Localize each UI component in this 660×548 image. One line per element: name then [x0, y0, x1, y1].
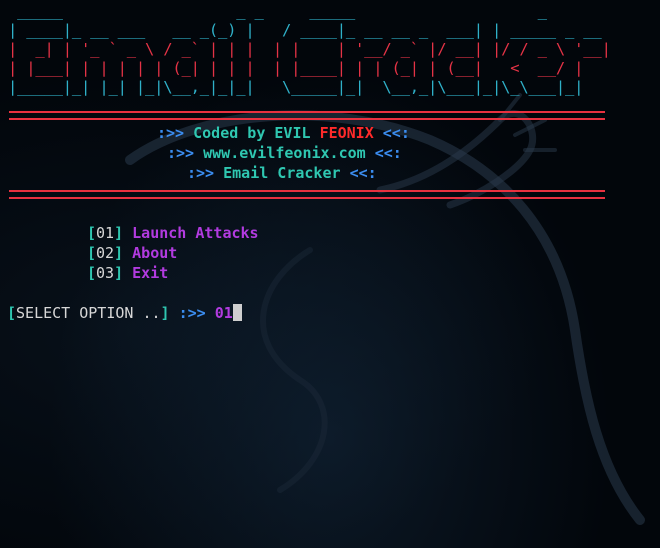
banner-line: | |___| | | | | | (_| | | | | |____| | |… [8, 59, 584, 77]
banner-line: | ____|_ __ ___ __ _(_) | / ____|_ __ __… [8, 21, 602, 39]
divider-top [9, 111, 605, 120]
website-line: :>> www.evilfeonix.com <<: [167, 144, 402, 162]
terminal-window: _____ _ _ _____ _ | ____|_ __ ___ __ _(_)… [0, 0, 660, 548]
ascii-banner: _____ _ _ _____ _ | ____|_ __ ___ __ _(_)… [8, 2, 611, 97]
credit-line: :>> Coded by EVIL FEONIX <<: [157, 124, 410, 142]
prompt-input-value[interactable]: 01 [215, 304, 233, 322]
menu-item-about[interactable]: [02] About [87, 243, 259, 263]
banner-line: _____ _ _ _____ _ [8, 2, 547, 20]
main-menu: [01] Launch Attacks [02] About [03] Exit [87, 223, 259, 283]
tool-name-line: :>> Email Cracker <<: [187, 164, 377, 182]
banner-line: |_____|_| |_| |_|\__,_|_|_| \_____|_| \_… [8, 78, 584, 96]
text-cursor [232, 304, 242, 321]
menu-item-exit[interactable]: [03] Exit [87, 263, 259, 283]
banner-line: | _| | '_ ` _ \ / _` | | | | | | '__/ _`… [8, 40, 611, 58]
menu-item-launch-attacks[interactable]: [01] Launch Attacks [87, 223, 259, 243]
prompt-label: SELECT OPTION [16, 304, 134, 322]
menu-item-label: About [132, 244, 178, 262]
menu-item-label: Exit [132, 264, 169, 282]
divider-bottom [9, 190, 605, 199]
option-prompt[interactable]: [SELECT OPTION ..] :>> 01 [7, 303, 242, 323]
menu-item-label: Launch Attacks [132, 224, 259, 242]
